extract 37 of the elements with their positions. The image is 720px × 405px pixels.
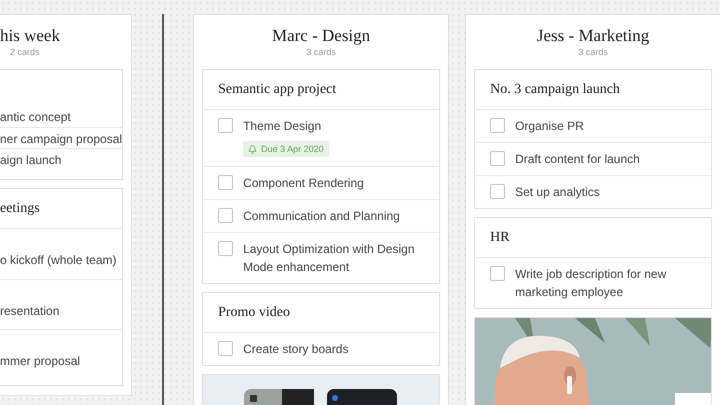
task-text: antic concept [0, 109, 71, 126]
column-title: his week [0, 26, 60, 46]
task-text: aign launch [0, 152, 62, 169]
task-checkbox[interactable] [218, 241, 234, 256]
task-text: Draft content for launch [515, 151, 640, 168]
card-title: HR [490, 230, 510, 246]
task-text: mmer proposal [0, 353, 80, 370]
card-title: eetings [0, 200, 40, 216]
task-text: ner campaign proposal [0, 131, 122, 148]
task-checkbox[interactable] [218, 208, 234, 223]
task-text: Theme Design [243, 118, 322, 135]
card-title: Semantic app project [218, 82, 336, 98]
task-text: Layout Optimization with Design Mode enhancement [243, 241, 416, 276]
task-text: Component Rendering [243, 175, 364, 192]
task-text: Organise PR [515, 118, 584, 135]
task-checkbox[interactable] [218, 341, 234, 356]
due-date: Due 3 Apr 2020 [261, 144, 324, 154]
task-text: Write job description for new marketing employee [515, 266, 668, 301]
task-text: resentation [0, 303, 60, 320]
card-title: Promo video [218, 304, 290, 320]
bell-icon [248, 144, 258, 154]
task-text: o kickoff (whole team) [0, 252, 116, 269]
task-checkbox[interactable] [218, 118, 234, 133]
task-text: Set up analytics [515, 184, 600, 201]
task-checkbox[interactable] [490, 118, 506, 133]
task-checkbox[interactable] [490, 151, 506, 166]
card-title: No. 3 campaign launch [490, 82, 620, 98]
card-count: 3 cards [578, 46, 608, 58]
task-checkbox[interactable] [218, 175, 234, 190]
task-text: Create story boards [243, 341, 348, 358]
column-title: Marc - Design [272, 26, 370, 46]
task-checkbox[interactable] [490, 266, 506, 281]
card-count: 3 cards [306, 46, 336, 58]
task-checkbox[interactable] [490, 184, 506, 199]
card-count: 2 cards [9, 46, 40, 58]
column-title: Jess - Marketing [536, 26, 650, 46]
task-text: Communication and Planning [243, 208, 400, 225]
